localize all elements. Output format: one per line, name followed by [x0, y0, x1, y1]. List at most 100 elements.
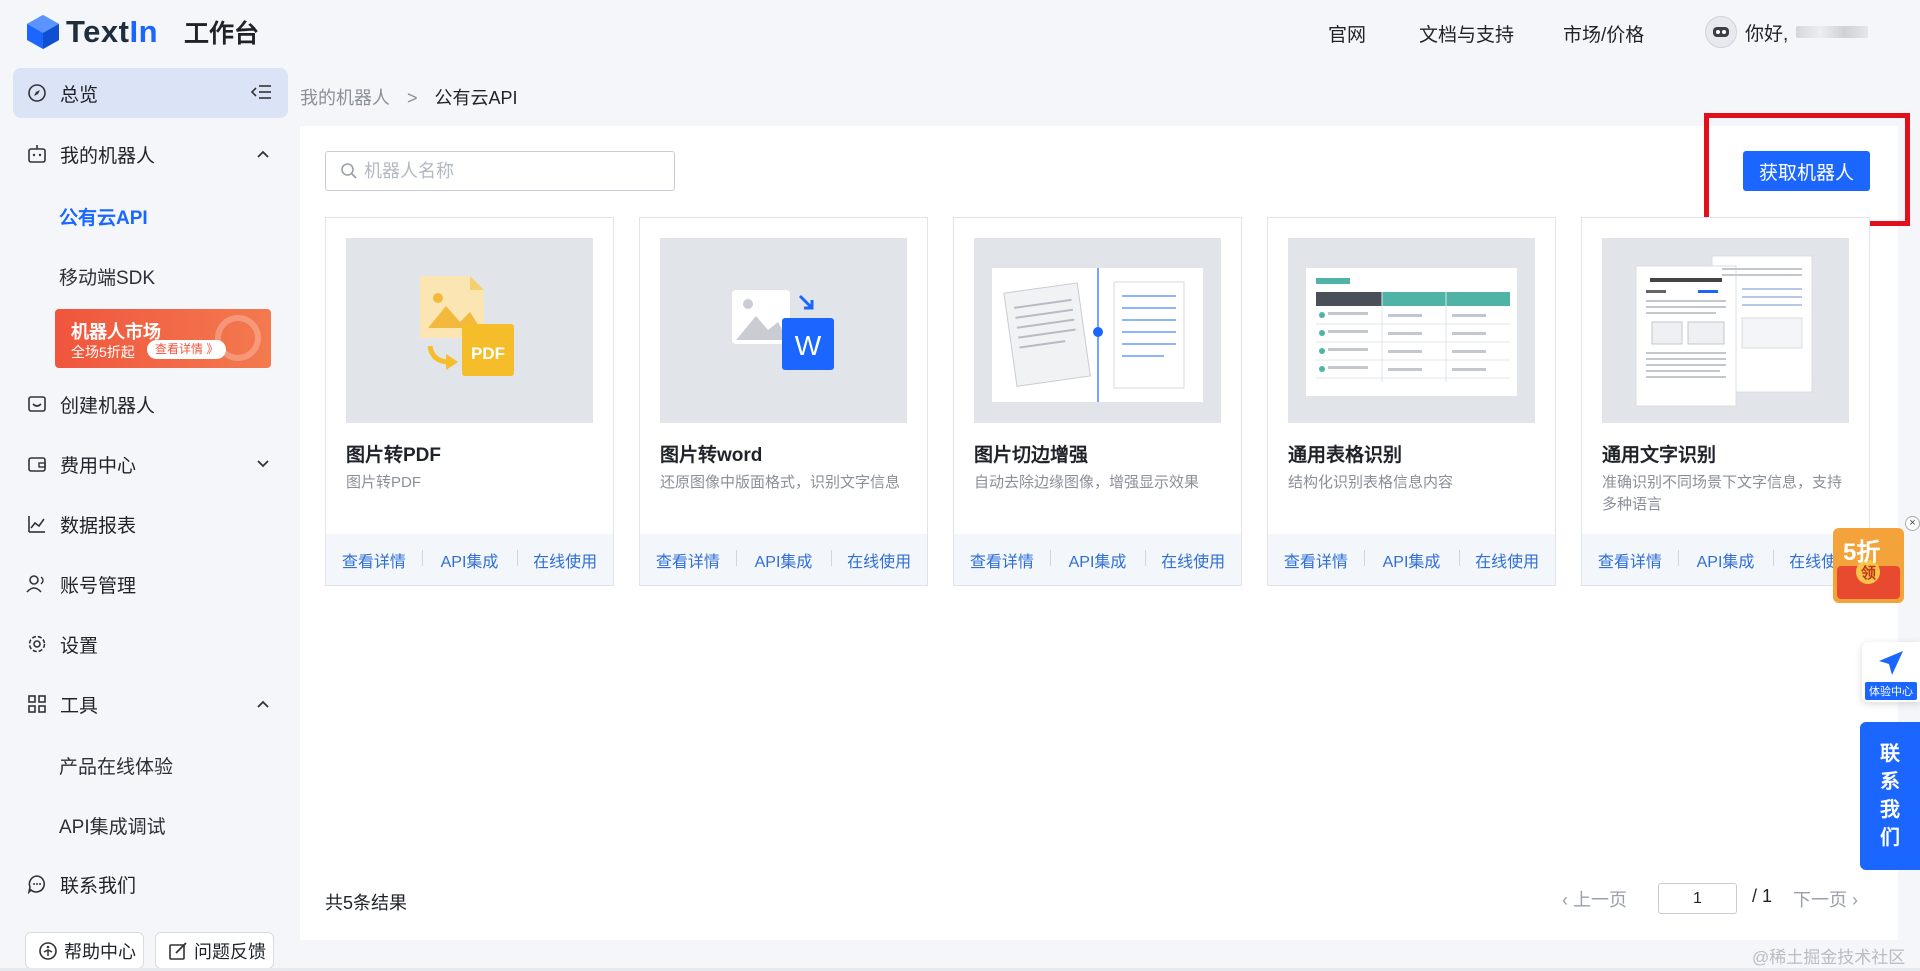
logo-text: TextIn: [66, 14, 159, 49]
card-title: 图片切边增强: [974, 445, 1089, 466]
breadcrumb-parent[interactable]: 我的机器人: [300, 88, 390, 108]
close-promo-button[interactable]: ×: [1905, 516, 1920, 531]
search-icon: [340, 162, 358, 180]
table-recognition-illustration: [1306, 268, 1517, 396]
card-thumbnail: W: [660, 238, 907, 423]
card-description: 结构化识别表格信息内容: [1288, 474, 1454, 491]
robot-card-table-recognition[interactable]: 通用表格识别 结构化识别表格信息内容 查看详情 API集成 在线使用: [1267, 217, 1556, 586]
card-actions: 查看详情 API集成 在线使用: [640, 534, 927, 585]
online-use-link[interactable]: 在线使用: [831, 548, 927, 572]
sidebar-sub-mobile-sdk[interactable]: 移动端SDK: [59, 263, 155, 290]
discount-promo-widget[interactable]: 5折 领: [1833, 528, 1904, 603]
sidebar-item-label: 工具: [60, 695, 99, 717]
redacted-username: [1796, 26, 1869, 38]
online-use-link[interactable]: 在线使用: [517, 548, 613, 572]
robot-icon: [26, 143, 48, 165]
experience-center-label: 体验中心: [1865, 682, 1917, 700]
chart-icon: [26, 513, 48, 535]
next-page-button[interactable]: 下一页 ›: [1793, 886, 1858, 912]
breadcrumb-current: 公有云API: [434, 88, 518, 108]
sidebar-sub-online-trial[interactable]: 产品在线体验: [59, 752, 173, 779]
sidebar-item-overview[interactable]: 总览: [13, 68, 288, 118]
sidebar-item-reports[interactable]: 数据报表: [13, 499, 288, 549]
robot-card-image-crop-enhance[interactable]: 图片切边增强 自动去除边缘图像，增强显示效果 查看详情 API集成 在线使用: [953, 217, 1242, 586]
online-use-link[interactable]: 在线使用: [1459, 548, 1555, 572]
sidebar-sub-public-api[interactable]: 公有云API: [59, 203, 148, 230]
api-integration-link[interactable]: API集成: [421, 548, 518, 572]
card-description: 自动去除边缘图像，增强显示效果: [974, 474, 1200, 491]
api-integration-link[interactable]: API集成: [1677, 548, 1774, 572]
prev-page-button[interactable]: ‹ 上一页: [1562, 886, 1627, 912]
nav-market-price[interactable]: 市场/价格: [1563, 20, 1644, 47]
textin-logo[interactable]: TextIn 工作台: [26, 14, 259, 50]
sidebar-item-contact[interactable]: 联系我们: [13, 859, 288, 909]
gear-icon: [26, 633, 48, 655]
view-details-link[interactable]: 查看详情: [326, 548, 422, 572]
view-details-link[interactable]: 查看详情: [954, 548, 1050, 572]
experience-center-widget[interactable]: 体验中心: [1862, 642, 1920, 702]
sidebar-item-label: 我的机器人: [60, 145, 156, 167]
sidebar-item-create-robot[interactable]: 创建机器人: [13, 379, 288, 429]
api-integration-link[interactable]: API集成: [735, 548, 832, 572]
view-details-link[interactable]: 查看详情: [1268, 548, 1364, 572]
contact-char: 联: [1880, 743, 1900, 765]
avatar: [1705, 16, 1737, 48]
card-description: 准确识别不同场景下文字信息，支持多种语言: [1602, 474, 1843, 513]
card-description: 还原图像中版面格式，识别文字信息: [660, 474, 901, 491]
robot-search-input[interactable]: [364, 160, 644, 182]
wallet-icon: [26, 453, 48, 475]
card-actions: 查看详情 API集成 在线使用: [1268, 534, 1555, 585]
robot-card-image-to-word[interactable]: W 图片转word 还原图像中版面格式，识别文字信息 查看详情 API集成 在线…: [639, 217, 928, 586]
sidebar-item-label: 设置: [60, 635, 99, 657]
view-details-link[interactable]: 查看详情: [640, 548, 736, 572]
page-number-input[interactable]: 1: [1658, 883, 1737, 914]
feedback-button[interactable]: 问题反馈: [155, 932, 274, 969]
chevron-up-icon: [256, 145, 270, 167]
textin-logo-icon: [26, 14, 60, 50]
nav-docs-support[interactable]: 文档与支持: [1419, 20, 1514, 47]
collapse-sidebar-icon[interactable]: [250, 82, 272, 108]
greeting-text: 你好,: [1745, 23, 1789, 45]
watermark: @稀土掘金技术社区: [1752, 948, 1906, 967]
view-details-link[interactable]: 查看详情: [1582, 548, 1678, 572]
user-menu[interactable]: 你好,: [1705, 16, 1869, 48]
card-thumbnail: [974, 238, 1221, 423]
chevron-right-icon: ›: [1847, 890, 1858, 910]
api-integration-link[interactable]: API集成: [1363, 548, 1460, 572]
svg-text:PDF: PDF: [471, 344, 505, 363]
promo-details-button[interactable]: 查看详情 》: [147, 340, 227, 359]
online-use-link[interactable]: 在线使用: [1145, 548, 1241, 572]
svg-text:W: W: [795, 330, 822, 361]
sidebar-sub-api-debug[interactable]: API集成调试: [59, 812, 166, 839]
sidebar-item-settings[interactable]: 设置: [13, 619, 288, 669]
sidebar-item-label: 费用中心: [60, 455, 137, 477]
card-actions: 查看详情 API集成 在线使用: [326, 534, 613, 585]
robot-search-box[interactable]: [325, 151, 675, 191]
discount-claim-text: 领: [1861, 565, 1877, 582]
sidebar-item-billing[interactable]: 费用中心: [13, 439, 288, 489]
sidebar-item-accounts[interactable]: 账号管理: [13, 559, 288, 609]
sidebar-item-tools[interactable]: 工具: [13, 679, 288, 729]
robot-market-promo-banner[interactable]: 机器人市场 全场5折起 查看详情 》: [55, 309, 271, 368]
promo-subtitle: 全场5折起: [71, 344, 135, 360]
card-thumbnail: PDF: [346, 238, 593, 423]
image-to-pdf-illustration: PDF: [420, 276, 514, 376]
card-title: 通用表格识别: [1288, 445, 1403, 466]
chevron-down-icon: [256, 455, 270, 477]
logo-subtitle: 工作台: [184, 20, 260, 48]
api-integration-link[interactable]: API集成: [1049, 548, 1146, 572]
feedback-label: 问题反馈: [194, 941, 266, 962]
sidebar-item-my-robots[interactable]: 我的机器人: [13, 129, 288, 179]
chevron-up-icon: [256, 695, 270, 717]
help-center-button[interactable]: 帮助中心: [25, 932, 144, 969]
promo-title: 机器人市场: [71, 322, 161, 342]
edit-icon: [168, 941, 188, 961]
card-actions: 查看详情 API集成 在线使用: [954, 534, 1241, 585]
robot-card-image-to-pdf[interactable]: PDF 图片转PDF 图片转PDF 查看详情 API集成 在线使用: [325, 217, 614, 586]
result-count: 共5条结果: [325, 893, 408, 913]
card-title: 图片转PDF: [346, 445, 442, 466]
robot-card-text-recognition[interactable]: 通用文字识别 准确识别不同场景下文字信息，支持多种语言 查看详情 API集成 在…: [1581, 217, 1870, 586]
contact-us-widget[interactable]: 联 系 我 们: [1860, 722, 1920, 870]
card-actions: 查看详情 API集成 在线使用: [1582, 534, 1869, 585]
nav-official-site[interactable]: 官网: [1328, 20, 1366, 47]
